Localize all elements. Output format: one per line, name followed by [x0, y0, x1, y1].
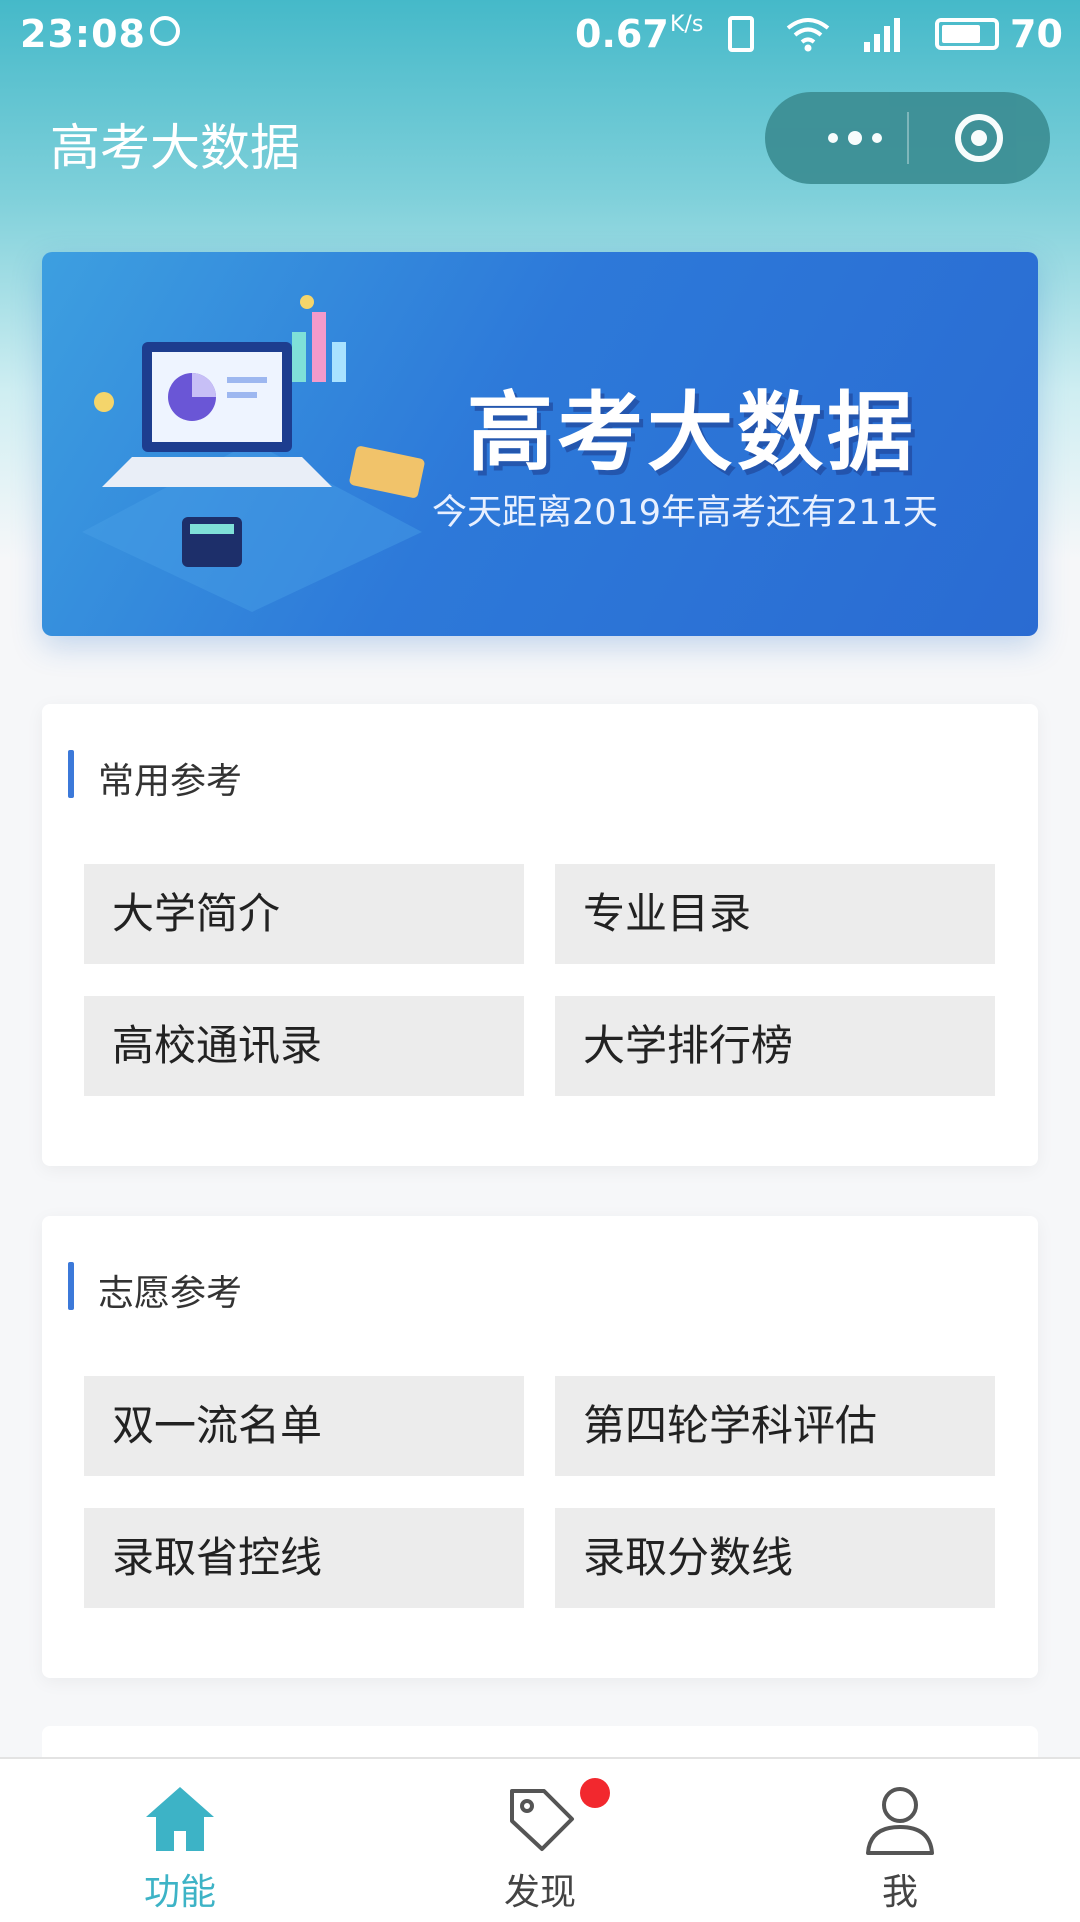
user-icon [866, 1787, 934, 1855]
tab-discover[interactable]: 发现 [360, 1759, 720, 1922]
section-title: 志愿参考 [98, 1273, 243, 1314]
battery-icon [935, 18, 999, 50]
capsule-divider [907, 112, 909, 164]
university-intro-button[interactable]: 大学简介 [84, 864, 524, 964]
section-common-reference: 常用参考 大学简介 专业目录 高校通讯录 大学排行榜 [42, 704, 1038, 1166]
provincial-control-line-button[interactable]: 录取省控线 [84, 1508, 524, 1608]
close-miniprogram-button[interactable] [955, 114, 1003, 162]
tab-label: 功能 [143, 1872, 216, 1913]
tab-me[interactable]: 我 [720, 1759, 1080, 1922]
section-title: 常用参考 [98, 761, 243, 802]
laptop-data-illustration [82, 295, 425, 612]
home-icon [146, 1787, 214, 1851]
major-catalog-button[interactable]: 专业目录 [555, 864, 995, 964]
countdown-text: 今天距离2019年高考还有211天 [432, 493, 938, 533]
tag-icon [510, 1789, 574, 1851]
network-speed-unit: K/s [670, 12, 704, 37]
more-options-button[interactable] [805, 112, 905, 164]
battery-level: 70 [1010, 12, 1063, 56]
section-accent-bar [68, 1262, 74, 1310]
double-first-class-list-button[interactable]: 双一流名单 [84, 1376, 524, 1476]
page-title: 高考大数据 [50, 119, 300, 177]
hero-banner[interactable]: 高考大数据 今天距离2019年高考还有211天 [42, 252, 1038, 636]
admission-score-line-button[interactable]: 录取分数线 [555, 1508, 995, 1608]
section-accent-bar [68, 750, 74, 798]
bottom-tab-bar: 功能 发现 我 [0, 1757, 1080, 1922]
wifi-icon [786, 18, 830, 52]
section-application-reference: 志愿参考 双一流名单 第四轮学科评估 录取省控线 录取分数线 [42, 1216, 1038, 1678]
signal-icon [864, 18, 900, 52]
university-ranking-button[interactable]: 大学排行榜 [555, 996, 995, 1096]
tab-label: 我 [881, 1872, 918, 1913]
notification-badge [580, 1778, 610, 1808]
notification-icon [150, 16, 180, 46]
vibrate-icon [728, 16, 754, 52]
status-time: 23:08 [20, 12, 146, 56]
banner-title: 高考大数据 [467, 383, 917, 483]
status-bar: 23:08 0.67 K/s 70 [0, 0, 1080, 66]
tab-label: 发现 [503, 1872, 576, 1913]
network-speed: 0.67 [575, 12, 669, 56]
fourth-discipline-evaluation-button[interactable]: 第四轮学科评估 [555, 1376, 995, 1476]
miniprogram-capsule [765, 92, 1050, 184]
university-directory-button[interactable]: 高校通讯录 [84, 996, 524, 1096]
tab-functions[interactable]: 功能 [0, 1759, 360, 1922]
